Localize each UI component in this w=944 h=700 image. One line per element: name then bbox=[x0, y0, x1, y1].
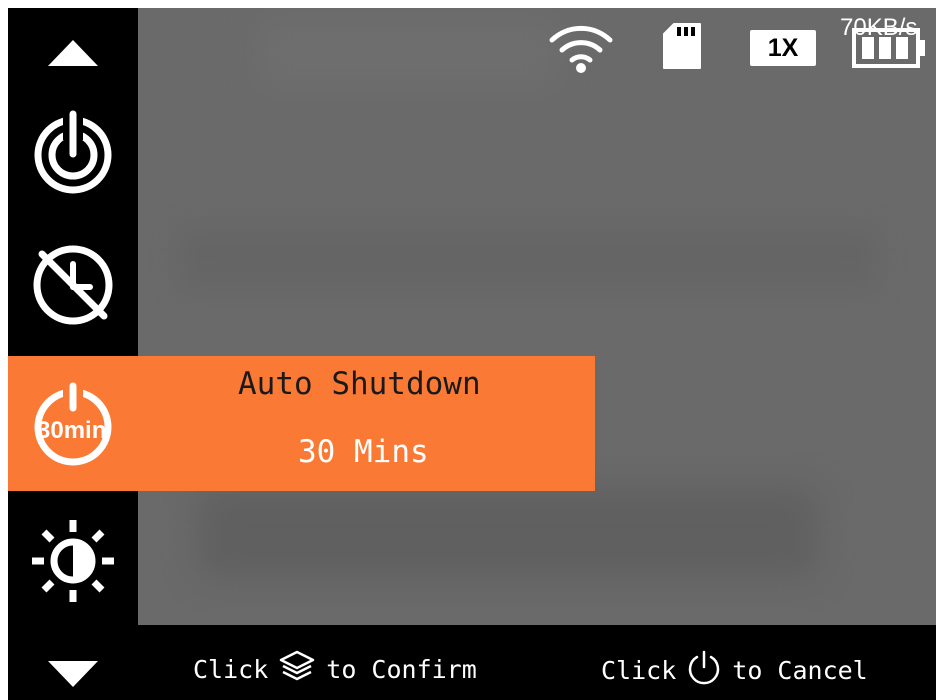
triangle-up-icon bbox=[48, 40, 98, 66]
transfer-speed: 70KB/s bbox=[840, 14, 918, 41]
power-icon bbox=[34, 110, 112, 194]
zoom-level: 1X bbox=[750, 30, 816, 66]
sidebar-item-brightness[interactable] bbox=[8, 516, 138, 606]
cancel-hint: Click to Cancel bbox=[601, 649, 868, 691]
scroll-up-button[interactable] bbox=[8, 28, 138, 78]
sun-icon bbox=[32, 520, 114, 602]
confirm-hint: Click to Confirm bbox=[193, 649, 477, 689]
sidebar-item-power[interactable] bbox=[8, 108, 138, 198]
cancel-suffix: to Cancel bbox=[732, 655, 868, 685]
power-small-icon bbox=[686, 649, 722, 691]
svg-text:30min: 30min bbox=[37, 417, 106, 444]
selected-setting-panel[interactable]: 30min Auto Shutdown 30 Mins bbox=[8, 356, 595, 491]
wifi-icon bbox=[548, 22, 614, 78]
layers-icon bbox=[278, 649, 316, 689]
sd-card-icon bbox=[660, 22, 704, 76]
setting-value[interactable]: 30 Mins bbox=[298, 434, 429, 470]
setting-title: Auto Shutdown bbox=[238, 366, 481, 402]
scroll-down-button[interactable] bbox=[8, 654, 138, 694]
cancel-prefix: Click bbox=[601, 655, 677, 685]
auto-shutdown-30min-icon: 30min bbox=[30, 382, 116, 472]
device-screen: 1X 70KB/s 30min Auto Shutdown 30 Mins Cl… bbox=[8, 8, 936, 700]
footer-hints: Click to Confirm Click to Cancel bbox=[138, 625, 936, 700]
triangle-down-icon bbox=[48, 661, 98, 687]
confirm-prefix: Click bbox=[193, 654, 269, 684]
clock-disabled-icon bbox=[33, 245, 113, 325]
camera-viewport: 1X bbox=[138, 8, 936, 625]
sidebar-item-time[interactable] bbox=[8, 240, 138, 330]
settings-sidebar bbox=[8, 8, 138, 700]
confirm-suffix: to Confirm bbox=[326, 654, 477, 684]
